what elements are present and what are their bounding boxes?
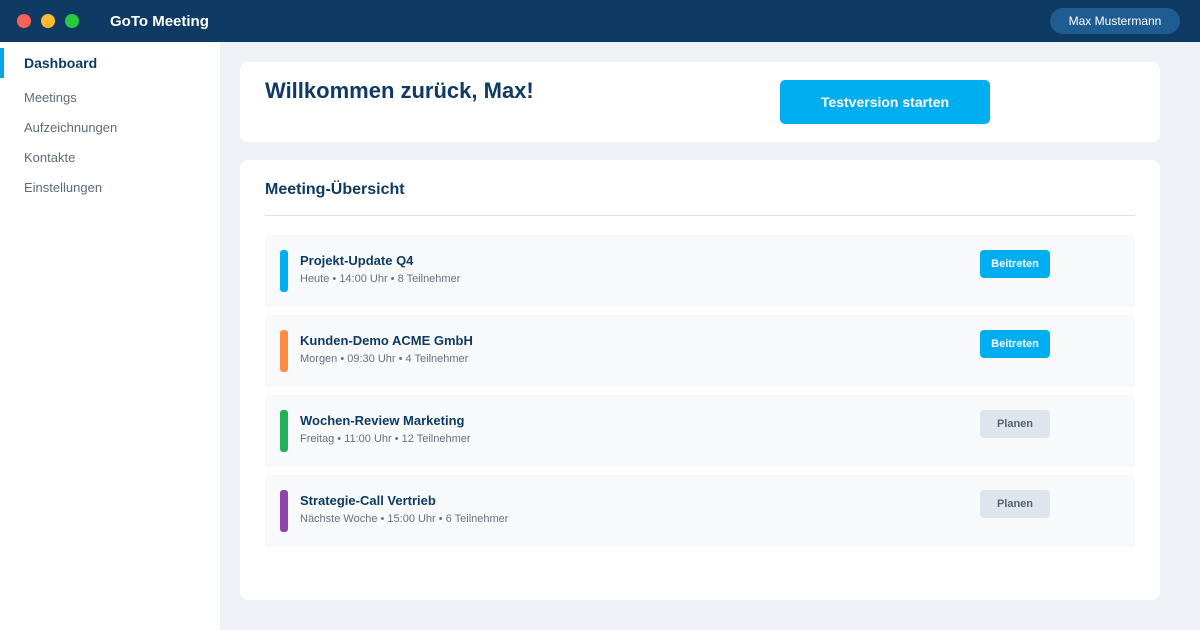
- meeting-title: Projekt-Update Q4: [300, 253, 414, 268]
- meeting-details: Nächste Woche • 15:00 Uhr • 6 Teilnehmer: [300, 513, 509, 525]
- meeting-title: Kunden-Demo ACME GmbH: [300, 333, 473, 348]
- meeting-color-bar: [280, 410, 288, 452]
- meeting-row: Strategie-Call Vertrieb Nächste Woche • …: [265, 475, 1135, 547]
- schedule-meeting-button[interactable]: Planen: [980, 410, 1050, 438]
- meeting-row: Projekt-Update Q4 Heute • 14:00 Uhr • 8 …: [265, 235, 1135, 307]
- close-window-icon[interactable]: [17, 14, 31, 28]
- user-menu-button[interactable]: Max Mustermann: [1050, 8, 1180, 34]
- sidebar-item-contacts[interactable]: Kontakte: [0, 143, 220, 173]
- start-trial-button[interactable]: Testversion starten: [780, 80, 990, 124]
- join-meeting-button[interactable]: Beitreten: [980, 330, 1050, 358]
- divider: [265, 215, 1135, 216]
- meeting-color-bar: [280, 490, 288, 532]
- welcome-card: Willkommen zurück, Max! Testversion star…: [240, 62, 1160, 142]
- sidebar-item-settings[interactable]: Einstellungen: [0, 173, 220, 203]
- maximize-window-icon[interactable]: [65, 14, 79, 28]
- minimize-window-icon[interactable]: [41, 14, 55, 28]
- meeting-title: Strategie-Call Vertrieb: [300, 493, 436, 508]
- welcome-heading: Willkommen zurück, Max!: [265, 78, 534, 103]
- meeting-color-bar: [280, 250, 288, 292]
- sidebar: Dashboard Meetings Aufzeichnungen Kontak…: [0, 42, 220, 630]
- meeting-details: Heute • 14:00 Uhr • 8 Teilnehmer: [300, 273, 461, 285]
- app-title: GoTo Meeting: [110, 13, 209, 30]
- sidebar-item-recordings[interactable]: Aufzeichnungen: [0, 113, 220, 143]
- meeting-overview-card: Meeting-Übersicht Projekt-Update Q4 Heut…: [240, 160, 1160, 600]
- meeting-details: Morgen • 09:30 Uhr • 4 Teilnehmer: [300, 353, 469, 365]
- meeting-color-bar: [280, 330, 288, 372]
- meeting-row: Kunden-Demo ACME GmbH Morgen • 09:30 Uhr…: [265, 315, 1135, 387]
- title-bar: GoTo Meeting Max Mustermann: [0, 0, 1200, 42]
- meeting-details: Freitag • 11:00 Uhr • 12 Teilnehmer: [300, 433, 471, 445]
- sidebar-item-meetings[interactable]: Meetings: [0, 83, 220, 113]
- meeting-row: Wochen-Review Marketing Freitag • 11:00 …: [265, 395, 1135, 467]
- join-meeting-button[interactable]: Beitreten: [980, 250, 1050, 278]
- meeting-title: Wochen-Review Marketing: [300, 413, 465, 428]
- sidebar-item-dashboard[interactable]: Dashboard: [0, 48, 220, 78]
- section-title: Meeting-Übersicht: [265, 181, 405, 198]
- schedule-meeting-button[interactable]: Planen: [980, 490, 1050, 518]
